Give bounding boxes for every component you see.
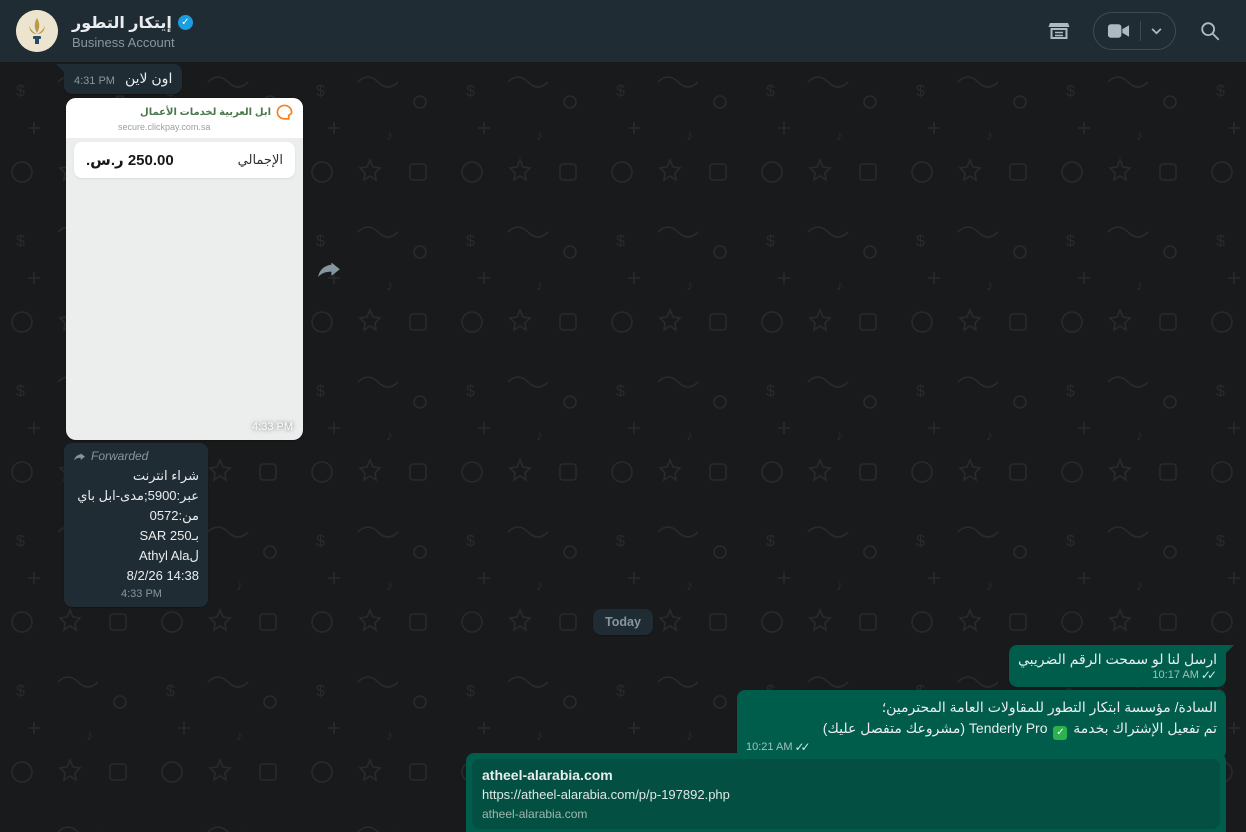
link-preview[interactable]: atheel-alarabia.com https://atheel-alara… <box>472 759 1220 829</box>
storefront-icon <box>1048 23 1070 39</box>
message-time: 4:33 PM <box>252 421 293 433</box>
message-text: ارسل لنا لو سمحت الرقم الضريبي <box>1018 651 1217 667</box>
link-domain: atheel-alarabia.com <box>482 807 588 821</box>
forwarded-line: لAthyl Ala <box>138 548 199 563</box>
merchant-name: ابل العربية لخدمات الأعمال <box>140 107 271 118</box>
search-icon <box>1201 22 1220 41</box>
account-type-label: Business Account <box>72 34 175 50</box>
search-button[interactable] <box>1190 11 1230 51</box>
message-text-part: Tenderly Pro (مشروعك متفصل عليك) <box>822 720 1048 736</box>
forward-icon <box>74 452 85 461</box>
outgoing-message-link[interactable]: atheel-alarabia.com https://atheel-alara… <box>466 753 1226 832</box>
double-check-icon: ✓✓ <box>794 739 810 754</box>
receipt-secure-domain: secure.clickpay.com.sa <box>118 122 211 132</box>
check-mark-emoji: ✓ <box>1053 725 1068 740</box>
link-title: atheel-alarabia.com <box>482 767 613 783</box>
forward-icon[interactable] <box>316 256 342 282</box>
message-time: 4:33 PM <box>121 588 162 600</box>
incoming-message-online[interactable]: 4:31 PM اون لاين <box>55 64 183 94</box>
chat-header: إيتكار التطور ✓ Business Account <box>0 0 1246 62</box>
message-line-2: تم تفعيل الإشتراك بخدمة ✓ Tenderly Pro (… <box>746 718 1217 740</box>
message-time: 10:17 AM <box>1152 669 1199 681</box>
message-time: 4:31 PM <box>74 75 115 87</box>
forwarded-line: من:0572 <box>149 508 199 523</box>
outgoing-message-activation[interactable]: السادة/ مؤسسة ابتكار التطور للمقاولات ال… <box>737 690 1226 759</box>
business-logo-icon <box>16 10 58 52</box>
double-check-icon: ✓✓ <box>1200 668 1217 682</box>
avatar[interactable] <box>16 10 58 52</box>
storefront-button[interactable] <box>1039 11 1079 51</box>
message-time: 10:21 AM <box>746 740 793 753</box>
chat-area: $ ♪ 4:31 PM اون لاين ابل العربية لخدمات … <box>0 0 1246 832</box>
message-line-1: السادة/ مؤسسة ابتكار التطور للمقاولات ال… <box>881 699 1217 715</box>
outgoing-message-tax-request[interactable]: ارسل لنا لو سمحت الرقم الضريبي 10:17 AM … <box>1009 645 1234 687</box>
link-url[interactable]: https://atheel-alarabia.com/p/p-197892.p… <box>482 787 1210 802</box>
forwarded-line: 14:38 8/2/26 <box>126 568 199 583</box>
verified-badge-icon: ✓ <box>177 15 193 30</box>
pill-divider <box>1140 21 1141 41</box>
receipt-total-row: 250.00 ر.س. الإجمالي <box>74 142 295 178</box>
incoming-image-payment-receipt[interactable]: ابل العربية لخدمات الأعمال secure.clickp… <box>66 98 303 440</box>
forwarded-label: Forwarded <box>73 449 199 463</box>
chevron-down-icon[interactable] <box>1151 27 1162 35</box>
clickpay-logo-icon <box>276 104 293 120</box>
receipt-total-value: 250.00 ر.س. <box>86 152 174 169</box>
incoming-message-forwarded[interactable]: Forwarded شراء انترنت عبر:5900;مدى-ابل ب… <box>64 443 208 607</box>
receipt-total-label: الإجمالي <box>237 152 283 167</box>
date-divider: Today <box>593 609 653 635</box>
message-text: اون لاين <box>124 70 173 86</box>
forwarded-line: شراء انترنت <box>132 468 199 483</box>
forwarded-line: بـSAR 250 <box>139 528 199 543</box>
video-call-button[interactable] <box>1093 12 1176 50</box>
message-text-part: تم تفعيل الإشتراك بخدمة <box>1073 720 1217 736</box>
chat-title: إيتكار التطور <box>72 14 172 32</box>
receipt-header: ابل العربية لخدمات الأعمال secure.clickp… <box>66 98 303 138</box>
video-camera-icon <box>1107 24 1130 38</box>
forwarded-line: عبر:5900;مدى-ابل باي <box>77 488 199 503</box>
forwarded-text: شراء انترنت عبر:5900;مدى-ابل باي من:0572… <box>73 466 199 586</box>
chat-header-info[interactable]: إيتكار التطور ✓ Business Account <box>16 10 193 52</box>
